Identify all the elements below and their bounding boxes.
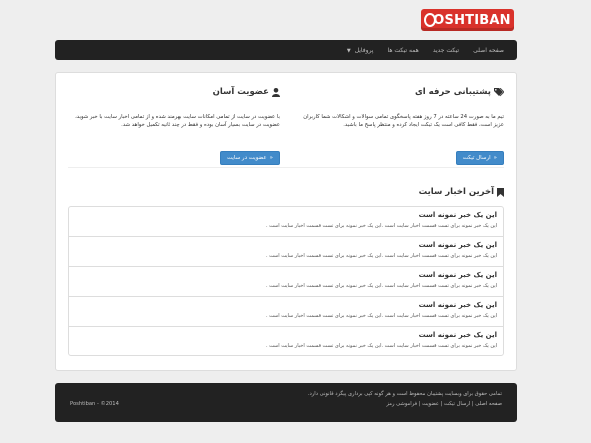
news-item[interactable]: این یک خبر نمونه است این یک خبر نمونه بر… bbox=[69, 297, 503, 327]
membership-heading: عضویت آسان bbox=[68, 87, 280, 97]
site-footer: تمامی حقوق برای وبسایت پشتیبان محفوظ است… bbox=[55, 383, 517, 422]
news-item-title: این یک خبر نمونه است bbox=[418, 241, 497, 249]
news-item-text: این یک خبر نمونه برای تست قسمت اخبار سای… bbox=[265, 253, 497, 259]
send-ticket-label: ارسال تیکت bbox=[462, 155, 491, 161]
membership-text: با عضویت در سایت از تمامی امکانات سایت ب… bbox=[75, 114, 280, 128]
news-item-title: این یک خبر نمونه است bbox=[418, 271, 497, 279]
news-item-text: این یک خبر نمونه برای تست قسمت اخبار سای… bbox=[265, 343, 497, 349]
news-item-title: این یک خبر نمونه است bbox=[418, 331, 497, 339]
nav-profile-label: پروفایل bbox=[354, 46, 374, 54]
nav-new-ticket[interactable]: تیکت جدید bbox=[426, 47, 466, 54]
membership-section: عضویت آسان با عضویت در سایت از تمامی امک… bbox=[68, 87, 280, 167]
news-item-text: این یک خبر نمونه برای تست قسمت اخبار سای… bbox=[265, 313, 497, 319]
chevron-right-icon: « bbox=[269, 155, 273, 161]
tags-icon bbox=[494, 87, 504, 97]
news-item-text: این یک خبر نمونه برای تست قسمت اخبار سای… bbox=[265, 223, 497, 229]
user-icon bbox=[272, 87, 280, 97]
membership-title: عضویت آسان bbox=[212, 87, 269, 97]
main-navbar: صفحه اصلی تیکت جدید همه تیکت ها ▼ پروفای… bbox=[55, 40, 517, 60]
support-title: پشتیبانی حرفه ای bbox=[415, 87, 491, 97]
nav-all-tickets[interactable]: همه تیکت ها bbox=[380, 47, 425, 54]
news-list: این یک خبر نمونه است این یک خبر نمونه بر… bbox=[68, 206, 504, 356]
news-item[interactable]: این یک خبر نمونه است این یک خبر نمونه بر… bbox=[69, 267, 503, 297]
caret-down-icon: ▼ bbox=[346, 47, 351, 54]
footer-notice: تمامی حقوق برای وبسایت پشتیبان محفوظ است… bbox=[307, 391, 502, 397]
news-item-text: این یک خبر نمونه برای تست قسمت اخبار سای… bbox=[265, 283, 497, 289]
footer-link-home[interactable]: صفحه اصلی bbox=[475, 401, 502, 407]
footer-link-register[interactable]: عضویت bbox=[422, 401, 439, 407]
footer-link-forgot-password[interactable]: فراموشی رمز bbox=[386, 401, 417, 407]
chevron-right-icon: « bbox=[493, 155, 497, 161]
news-title: آخرین اخبار سایت bbox=[418, 187, 494, 197]
send-ticket-button[interactable]: « ارسال تیکت bbox=[455, 151, 504, 165]
news-item[interactable]: این یک خبر نمونه است این یک خبر نمونه بر… bbox=[69, 207, 503, 237]
register-label: عضویت در سایت bbox=[226, 155, 267, 161]
news-item-title: این یک خبر نمونه است bbox=[418, 211, 497, 219]
news-item[interactable]: این یک خبر نمونه است این یک خبر نمونه بر… bbox=[69, 237, 503, 267]
support-section: پشتیبانی حرفه ای تیم ما به صورت 24 ساعته… bbox=[298, 87, 504, 167]
bookmark-icon bbox=[497, 187, 504, 197]
register-button[interactable]: « عضویت در سایت bbox=[219, 151, 280, 165]
news-item[interactable]: این یک خبر نمونه است این یک خبر نمونه بر… bbox=[69, 327, 503, 355]
news-heading: آخرین اخبار سایت bbox=[419, 187, 504, 197]
support-heading: پشتیبانی حرفه ای bbox=[298, 87, 504, 97]
support-text: تیم ما به صورت 24 ساعته در 7 روز هفته پا… bbox=[303, 114, 504, 128]
nav-home[interactable]: صفحه اصلی bbox=[466, 47, 511, 54]
nav-profile-dropdown[interactable]: ▼ پروفایل bbox=[340, 47, 381, 54]
footer-link-send-ticket[interactable]: ارسال تیکت bbox=[444, 401, 470, 407]
site-logo[interactable]: OSHTIBAN bbox=[421, 9, 514, 31]
main-panel: پشتیبانی حرفه ای تیم ما به صورت 24 ساعته… bbox=[55, 72, 517, 371]
news-item-title: این یک خبر نمونه است bbox=[418, 301, 497, 309]
logo-text: OSHTIBAN bbox=[433, 12, 511, 28]
section-divider bbox=[68, 167, 504, 168]
